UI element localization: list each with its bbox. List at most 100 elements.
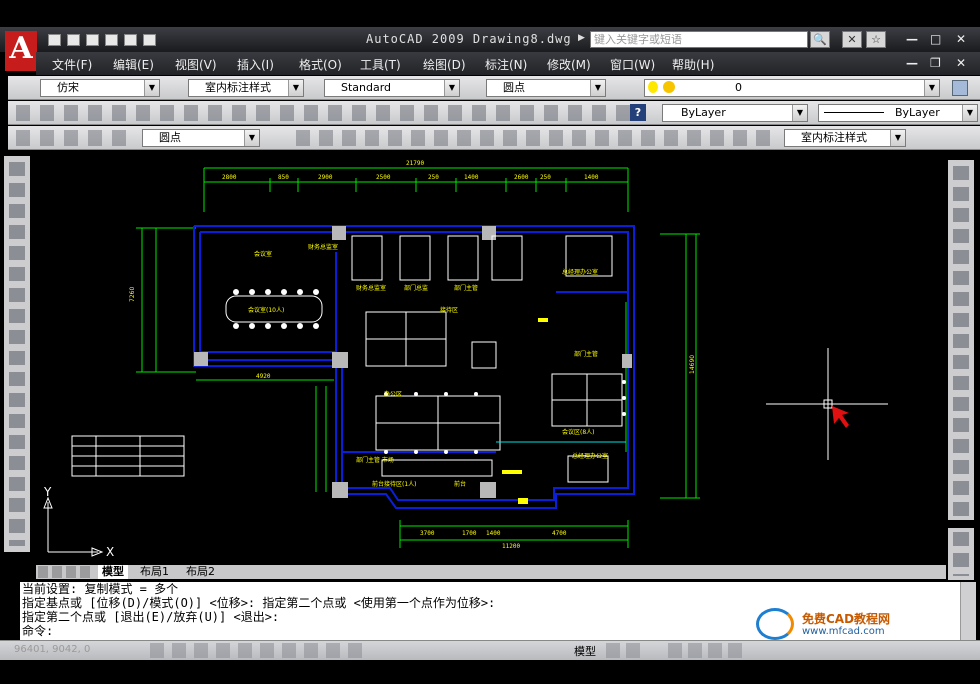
help-icon[interactable]: ? xyxy=(630,104,646,121)
table-style-select[interactable]: Standard ▼ xyxy=(324,79,460,97)
ucs-y-label: Y xyxy=(43,485,52,499)
menu-window[interactable]: 窗口(W) xyxy=(610,56,655,73)
room-label: 财务总监室 xyxy=(356,284,386,292)
room-label: 部门总监 xyxy=(404,284,428,292)
multileader-style-select[interactable]: 圆点 ▼ xyxy=(486,79,606,97)
drafting-toggles[interactable] xyxy=(150,643,370,658)
layer-sun-icon[interactable] xyxy=(663,81,675,93)
layer-lightbulb-icon[interactable] xyxy=(648,81,658,93)
window-title: AutoCAD 2009 Drawing8.dwg xyxy=(366,32,572,46)
menu-draw[interactable]: 绘图(D) xyxy=(423,56,466,73)
draw-tool-icons[interactable] xyxy=(9,162,25,546)
tab-layout1[interactable]: 布局1 xyxy=(136,565,173,579)
menu-file[interactable]: 文件(F) xyxy=(52,56,92,73)
menu-help[interactable]: 帮助(H) xyxy=(672,56,714,73)
dim-right-total: 14690 xyxy=(689,355,696,374)
tab-nav-arrows-icon[interactable] xyxy=(38,566,94,578)
room-label: 总经理办公室 xyxy=(562,268,598,276)
favorites-icon[interactable]: ☆ xyxy=(866,31,886,48)
room-label: 接待区 xyxy=(440,306,458,314)
close-icon[interactable]: ✕ xyxy=(956,32,966,46)
toolbar-icons-leader[interactable] xyxy=(16,130,136,146)
search-icon[interactable]: 🔍 xyxy=(810,31,830,48)
doc-minimize-icon[interactable]: — xyxy=(906,56,918,70)
dim-bottom-4: 4700 xyxy=(552,530,567,537)
layout-tabs: 模型 布局1 布局2 xyxy=(36,565,946,579)
draw-toolbar xyxy=(4,156,30,552)
chevron-down-icon: ▼ xyxy=(962,105,977,121)
dim-top-5: 250 xyxy=(428,174,439,181)
menu-dimension[interactable]: 标注(N) xyxy=(485,56,527,73)
dim-style-select-2[interactable]: 室内标注样式 ▼ xyxy=(784,129,906,147)
room-label: 总经理办公室 xyxy=(572,452,608,460)
watermark-logo-icon xyxy=(756,608,794,640)
status-bar: 96401, 9042, 0 模型 xyxy=(0,640,980,660)
tab-layout2[interactable]: 布局2 xyxy=(182,565,219,579)
room-label: 部门主管 市场 xyxy=(356,456,394,464)
status-layout-icons[interactable] xyxy=(606,643,646,658)
draworder-icons[interactable] xyxy=(953,532,969,576)
dim-top-6: 1400 xyxy=(464,174,479,181)
new-icon[interactable] xyxy=(48,34,61,46)
tab-model[interactable]: 模型 xyxy=(98,565,128,579)
dim-total-top: 21790 xyxy=(406,160,424,167)
dim-top-7: 2600 xyxy=(514,174,529,181)
chevron-down-icon: ▼ xyxy=(244,130,259,146)
modify-tool-icons[interactable] xyxy=(953,166,969,516)
dim-top-2: 850 xyxy=(278,174,289,181)
chevron-down-icon: ▼ xyxy=(144,80,159,96)
menu-insert[interactable]: 插入(I) xyxy=(237,56,274,73)
linetype-select[interactable]: ByLayer ▼ xyxy=(818,104,978,122)
room-label: 前台接待区(1人) xyxy=(372,480,417,488)
chevron-down-icon: ▼ xyxy=(792,105,807,121)
watermark: 免费CAD教程网 www.mfcad.com xyxy=(752,604,920,644)
dim-style-select[interactable]: 室内标注样式 ▼ xyxy=(188,79,304,97)
menu-tools[interactable]: 工具(T) xyxy=(360,56,401,73)
styles-toolbar: 仿宋 ▼ 室内标注样式 ▼ Standard ▼ 圆点 ▼ 0 ▼ xyxy=(8,76,980,100)
menu-format[interactable]: 格式(O) xyxy=(299,56,342,73)
status-model-button[interactable]: 模型 xyxy=(574,643,596,659)
dim-top-4: 2500 xyxy=(376,174,391,181)
drawing-canvas[interactable]: 21790 2800 850 2900 2500 250 1400 2600 2… xyxy=(36,152,942,564)
print-icon[interactable] xyxy=(105,34,118,46)
command-line: 当前设置: 复制模式 = 多个 xyxy=(22,582,179,596)
text-style-select[interactable]: 仿宋 ▼ xyxy=(40,79,160,97)
menu-edit[interactable]: 编辑(E) xyxy=(113,56,154,73)
doc-close-icon[interactable]: ✕ xyxy=(956,56,966,70)
save-icon[interactable] xyxy=(86,34,99,46)
doc-restore-icon[interactable]: ❐ xyxy=(930,56,941,70)
leader-style-select[interactable]: 圆点 ▼ xyxy=(142,129,260,147)
open-icon[interactable] xyxy=(67,34,80,46)
room-label: 前台 xyxy=(454,480,466,488)
chevron-down-icon: ▼ xyxy=(590,80,605,96)
search-input[interactable]: 键入关键字或短语 xyxy=(590,31,808,48)
room-label: 会议区(8人) xyxy=(562,428,595,436)
menu-view[interactable]: 视图(V) xyxy=(175,56,217,73)
title-bar: A AutoCAD 2009 Drawing8.dwg ▶ 键入关键字或短语 🔍… xyxy=(0,27,980,71)
redo-icon[interactable] xyxy=(143,34,156,46)
color-select[interactable]: ByLayer ▼ xyxy=(662,104,808,122)
chevron-down-icon: ▼ xyxy=(444,80,459,96)
layer-states-icon[interactable] xyxy=(952,80,968,96)
toolbar-icons-standard[interactable] xyxy=(16,105,634,121)
chevron-down-icon: ▼ xyxy=(890,130,905,146)
room-label: 会议室 xyxy=(254,250,272,258)
room-label: 会议室(10人) xyxy=(248,306,284,314)
coordinates-readout[interactable]: 96401, 9042, 0 xyxy=(14,644,90,655)
command-scrollbar[interactable] xyxy=(960,582,976,640)
dim-bottom-1: 3700 xyxy=(420,530,435,537)
maximize-icon[interactable]: □ xyxy=(930,32,941,46)
autocad-logo-icon[interactable]: A xyxy=(5,31,37,71)
minimize-icon[interactable]: — xyxy=(906,32,918,46)
menu-modify[interactable]: 修改(M) xyxy=(547,56,591,73)
dim-bottom-total: 11200 xyxy=(502,543,520,550)
dim-bottom-2: 1700 xyxy=(462,530,477,537)
status-nav-icons[interactable] xyxy=(668,643,748,658)
room-label: 部门主管 xyxy=(574,350,598,358)
toolbar-icons-dimension[interactable] xyxy=(296,130,774,146)
menu-bar: 文件(F) 编辑(E) 视图(V) 插入(I) 格式(O) 工具(T) 绘图(D… xyxy=(36,52,980,75)
layer-select[interactable]: 0 ▼ xyxy=(644,79,940,97)
communication-icon[interactable]: ✕ xyxy=(842,31,862,48)
undo-icon[interactable] xyxy=(124,34,137,46)
bottom-border xyxy=(0,660,980,684)
